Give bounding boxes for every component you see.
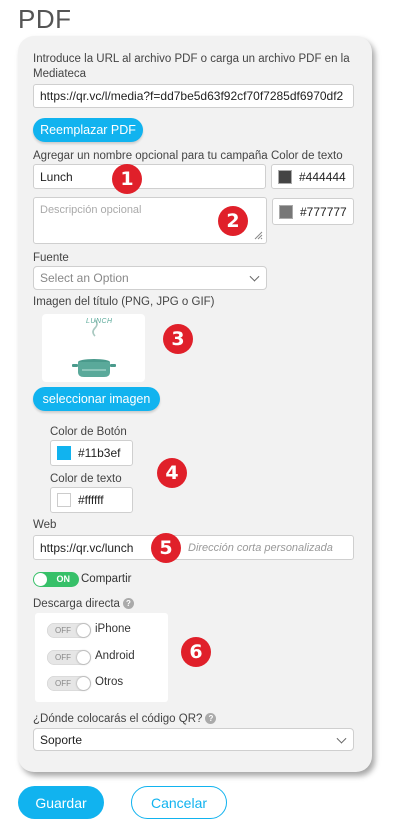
custom-short-url-input[interactable]: Dirección corta personalizada bbox=[188, 542, 333, 554]
title-image-label: Imagen del título (PNG, JPG o GIF) bbox=[33, 296, 215, 308]
web-url-prefix: https://qr.vc/lunch bbox=[40, 540, 134, 555]
description-placeholder: Descripción opcional bbox=[40, 204, 142, 216]
share-toggle-text: ON bbox=[56, 574, 71, 584]
color-swatch bbox=[57, 493, 71, 507]
qr-placement-label: ¿Dónde colocarás el código QR?? bbox=[33, 712, 217, 727]
thumbnail-text: LUNCH bbox=[86, 318, 113, 325]
qr-placement-select[interactable]: Soporte bbox=[33, 728, 354, 751]
campaign-name-label: Agregar un nombre opcional para tu campa… bbox=[33, 150, 268, 162]
step-badge-5: 5 bbox=[151, 533, 181, 563]
toggle-knob bbox=[77, 651, 90, 664]
description-color-value: #777777 bbox=[300, 204, 347, 219]
pdf-url-input[interactable]: https://qr.vc/l/media?f=dd7be5d63f92cf70… bbox=[33, 84, 354, 108]
qr-placement-selected: Soporte bbox=[40, 732, 83, 747]
step-badge-2: 2 bbox=[218, 206, 248, 236]
button-color-value: #11b3ef bbox=[78, 446, 121, 460]
step-badge-3: 3 bbox=[163, 324, 193, 354]
cancel-button[interactable]: Cancelar bbox=[131, 786, 227, 819]
description-color-picker[interactable]: #777777 bbox=[272, 198, 354, 225]
toggle-text: OFF bbox=[55, 679, 71, 688]
pdf-url-value: https://qr.vc/l/media?f=dd7be5d63f92cf70… bbox=[40, 89, 344, 103]
font-select[interactable]: Select an Option bbox=[33, 266, 267, 290]
step-badge-1: 1 bbox=[112, 164, 142, 194]
toggle-knob bbox=[77, 624, 90, 637]
toggle-text: OFF bbox=[55, 626, 71, 635]
help-icon[interactable]: ? bbox=[205, 713, 217, 724]
android-label: Android bbox=[95, 650, 135, 662]
pdf-settings-panel: Introduce la URL al archivo PDF o carga … bbox=[18, 36, 372, 772]
button-color-picker[interactable]: #11b3ef bbox=[50, 440, 133, 466]
color-swatch bbox=[279, 204, 293, 219]
campaign-name-input[interactable]: Lunch bbox=[33, 164, 266, 189]
button-text-color-label: Color de texto bbox=[50, 473, 122, 485]
others-label: Otros bbox=[95, 676, 124, 688]
text-color-label: Color de texto bbox=[271, 150, 343, 162]
web-label: Web bbox=[33, 519, 57, 531]
others-toggle[interactable]: OFF bbox=[47, 676, 91, 691]
iphone-toggle[interactable]: OFF bbox=[47, 623, 91, 638]
button-text-color-picker[interactable]: #ffffff bbox=[50, 487, 133, 513]
font-select-placeholder: Select an Option bbox=[40, 271, 129, 285]
toggle-knob bbox=[34, 573, 47, 586]
web-url-field[interactable]: https://qr.vc/lunch Dirección corta pers… bbox=[33, 535, 354, 560]
text-color-picker[interactable]: #444444 bbox=[271, 164, 354, 189]
chevron-down-icon bbox=[336, 733, 347, 744]
direct-download-options: OFF iPhone OFF Android OFF Otros bbox=[35, 613, 168, 702]
step-badge-6: 6 bbox=[181, 637, 211, 667]
color-swatch bbox=[57, 446, 71, 460]
campaign-name-value: Lunch bbox=[40, 169, 73, 184]
save-button[interactable]: Guardar bbox=[18, 786, 104, 819]
chevron-down-icon bbox=[249, 271, 260, 282]
select-image-button[interactable]: seleccionar imagen bbox=[33, 387, 160, 411]
title-image-thumbnail: LUNCH bbox=[42, 314, 145, 382]
direct-download-text: Descarga directa bbox=[33, 598, 120, 610]
android-toggle[interactable]: OFF bbox=[47, 650, 91, 665]
toggle-knob bbox=[77, 677, 90, 690]
font-label: Fuente bbox=[33, 252, 69, 264]
button-color-label: Color de Botón bbox=[50, 426, 127, 438]
page-title: PDF bbox=[18, 4, 72, 34]
color-swatch bbox=[278, 169, 292, 184]
share-toggle[interactable]: ON bbox=[33, 572, 79, 587]
direct-download-label: Descarga directa? bbox=[33, 597, 134, 612]
url-label: Introduce la URL al archivo PDF o carga … bbox=[33, 53, 350, 80]
text-color-value: #444444 bbox=[299, 169, 346, 184]
toggle-text: OFF bbox=[55, 653, 71, 662]
step-badge-4: 4 bbox=[157, 458, 187, 488]
qr-placement-text: ¿Dónde colocarás el código QR? bbox=[33, 713, 203, 725]
help-icon[interactable]: ? bbox=[122, 598, 134, 609]
share-label: Compartir bbox=[81, 573, 132, 585]
replace-pdf-button[interactable]: Reemplazar PDF bbox=[33, 118, 143, 142]
iphone-label: iPhone bbox=[95, 623, 131, 635]
resize-handle-icon[interactable] bbox=[254, 231, 263, 240]
button-text-color-value: #ffffff bbox=[78, 493, 104, 507]
